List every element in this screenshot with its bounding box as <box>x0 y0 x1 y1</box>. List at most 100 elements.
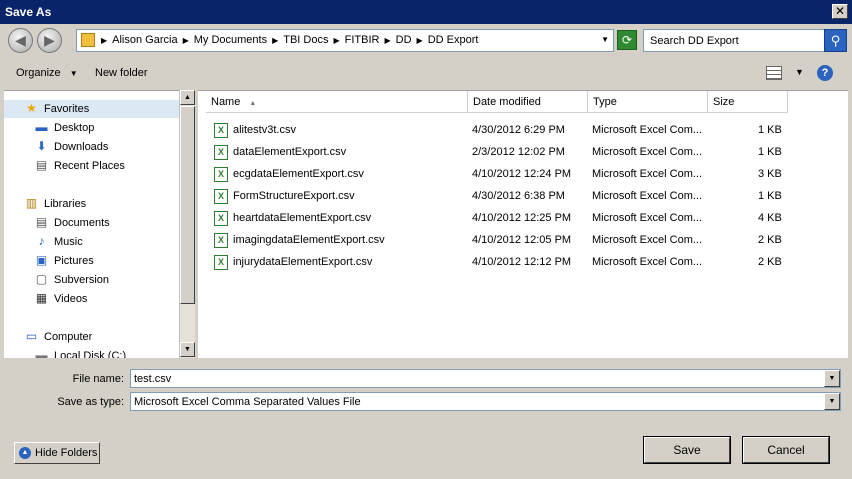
scroll-down-icon[interactable]: ▼ <box>180 342 195 357</box>
sidebar-item-downloads[interactable]: ⬇ Downloads <box>4 138 179 156</box>
help-icon[interactable]: ? <box>817 65 833 81</box>
music-icon: ♪ <box>38 234 45 248</box>
title-bar: Save As ✕ <box>0 0 852 24</box>
address-bar[interactable]: ▶ Alison Garcia ▶ My Documents ▶ TBI Doc… <box>76 29 614 52</box>
breadcrumb-item[interactable]: DD <box>393 34 415 48</box>
organize-button[interactable]: Organize ▼ <box>16 67 78 79</box>
sidebar-item-recent-places[interactable]: ▤ Recent Places <box>4 157 179 175</box>
table-row[interactable]: X imagingdataElementExport.csv 4/10/2012… <box>198 230 848 252</box>
sidebar-item-subversion[interactable]: ▢ Subversion <box>4 271 179 289</box>
star-icon: ★ <box>26 101 37 115</box>
sidebar-item-favorites[interactable]: ★ Favorites <box>4 100 179 118</box>
hide-folders-label: Hide Folders <box>35 447 98 459</box>
sidebar-item-label: Libraries <box>44 198 87 210</box>
sidebar-item-videos[interactable]: ▦ Videos <box>4 290 179 308</box>
breadcrumb-separator-icon[interactable]: ▶ <box>382 34 392 48</box>
breadcrumb-separator-icon[interactable]: ▶ <box>415 34 425 48</box>
sidebar-item-music[interactable]: ♪ Music <box>4 233 179 251</box>
sidebar-item-libraries[interactable]: ▥ Libraries <box>4 195 179 213</box>
breadcrumb-item[interactable]: My Documents <box>191 34 270 48</box>
excel-file-icon: X <box>214 145 228 160</box>
file-size: 1 KB <box>758 146 782 158</box>
refresh-icon[interactable]: ⟳ <box>617 30 637 50</box>
table-row[interactable]: X injurydataElementExport.csv 4/10/2012 … <box>198 252 848 274</box>
breadcrumb-item[interactable]: DD Export <box>425 34 482 48</box>
breadcrumb-item[interactable]: FITBIR <box>342 34 383 48</box>
chevron-up-icon: ▲ <box>19 447 31 459</box>
file-date: 2/3/2012 12:02 PM <box>472 146 565 158</box>
file-name: injurydataElementExport.csv <box>233 256 373 268</box>
file-type: Microsoft Excel Com... <box>592 234 703 246</box>
sidebar-item-label: Desktop <box>54 122 95 134</box>
file-size: 3 KB <box>758 168 782 180</box>
file-type: Microsoft Excel Com... <box>592 212 703 224</box>
file-list[interactable]: Name ▲ Date modified Type Size X alitest… <box>198 90 848 358</box>
sidebar-item-desktop[interactable]: ▬ Desktop <box>4 119 179 137</box>
file-name-field[interactable]: test.csv ▼ <box>130 369 841 388</box>
breadcrumb-separator-icon[interactable]: ▶ <box>181 34 191 48</box>
recent-places-icon: ▤ <box>35 158 48 172</box>
sidebar-item-label: Local Disk (C:) <box>54 350 127 358</box>
sidebar-item-pictures[interactable]: ▣ Pictures <box>4 252 179 270</box>
forward-button[interactable]: ▶ <box>37 28 62 53</box>
table-row[interactable]: X heartdataElementExport.csv 4/10/2012 1… <box>198 208 848 230</box>
sidebar-item-computer[interactable]: ▭ Computer <box>4 328 179 346</box>
breadcrumb-item[interactable]: Alison Garcia <box>109 34 180 48</box>
file-date: 4/10/2012 12:24 PM <box>472 168 572 180</box>
chevron-down-icon[interactable]: ▼ <box>824 370 840 387</box>
search-input[interactable]: Search DD Export <box>643 29 825 52</box>
documents-icon: ▤ <box>35 215 48 229</box>
file-name: FormStructureExport.csv <box>233 190 355 202</box>
excel-file-icon: X <box>214 189 228 204</box>
excel-file-icon: X <box>214 255 228 270</box>
chevron-down-icon: ▼ <box>69 69 78 78</box>
navigation-scrollbar[interactable]: ▲ ▼ <box>179 90 195 358</box>
table-row[interactable]: X FormStructureExport.csv 4/30/2012 6:38… <box>198 186 848 208</box>
breadcrumb-separator-icon[interactable]: ▶ <box>270 34 280 48</box>
view-options-icon[interactable] <box>766 66 782 80</box>
organize-label: Organize <box>16 67 61 79</box>
view-dropdown-icon[interactable]: ▼ <box>795 67 804 77</box>
excel-file-icon: X <box>214 167 228 182</box>
close-button[interactable]: ✕ <box>832 4 848 19</box>
sidebar-item-label: Music <box>54 236 83 248</box>
downloads-icon: ⬇ <box>36 139 47 153</box>
column-header-name[interactable]: Name ▲ <box>206 91 468 113</box>
file-date: 4/10/2012 12:25 PM <box>472 212 572 224</box>
breadcrumb-separator-icon[interactable]: ▶ <box>331 34 341 48</box>
save-button[interactable]: Save <box>643 436 731 464</box>
new-folder-button[interactable]: New folder <box>95 67 148 79</box>
column-header-type[interactable]: Type <box>588 91 708 113</box>
file-size: 2 KB <box>758 256 782 268</box>
window-title: Save As <box>5 5 52 19</box>
column-header-label: Name <box>211 96 241 108</box>
address-dropdown-icon[interactable]: ▼ <box>601 35 609 44</box>
file-size: 1 KB <box>758 190 782 202</box>
file-name: ecgdataElementExport.csv <box>233 168 364 180</box>
chevron-down-icon[interactable]: ▼ <box>824 393 840 410</box>
file-date: 4/10/2012 12:12 PM <box>472 256 572 268</box>
table-row[interactable]: X ecgdataElementExport.csv 4/10/2012 12:… <box>198 164 848 186</box>
breadcrumb-item[interactable]: TBI Docs <box>280 34 331 48</box>
folder-icon <box>81 33 95 47</box>
sidebar-item-label: Subversion <box>54 274 110 286</box>
pictures-icon: ▣ <box>35 253 48 267</box>
scroll-thumb[interactable] <box>180 106 195 304</box>
hide-folders-button[interactable]: ▲ Hide Folders <box>14 442 100 464</box>
breadcrumb-separator-icon[interactable]: ▶ <box>99 34 109 48</box>
sidebar-item-local-disk[interactable]: ▬ Local Disk (C:) <box>4 347 179 359</box>
table-row[interactable]: X alitestv3t.csv 4/30/2012 6:29 PM Micro… <box>198 120 848 142</box>
search-icon[interactable]: ⚲ <box>824 29 847 52</box>
sidebar-item-documents[interactable]: ▤ Documents <box>4 214 179 232</box>
column-header-size[interactable]: Size <box>708 91 788 113</box>
excel-file-icon: X <box>214 233 228 248</box>
computer-icon: ▭ <box>25 329 38 343</box>
save-type-select[interactable]: Microsoft Excel Comma Separated Values F… <box>130 392 841 411</box>
column-header-date[interactable]: Date modified <box>468 91 588 113</box>
navigation-pane[interactable]: ★ Favorites ▬ Desktop ⬇ Downloads ▤ Rece… <box>4 90 179 358</box>
table-row[interactable]: X dataElementExport.csv 2/3/2012 12:02 P… <box>198 142 848 164</box>
cancel-button[interactable]: Cancel <box>742 436 830 464</box>
scroll-up-icon[interactable]: ▲ <box>180 90 195 105</box>
back-button[interactable]: ◀ <box>8 28 33 53</box>
file-size: 1 KB <box>758 124 782 136</box>
